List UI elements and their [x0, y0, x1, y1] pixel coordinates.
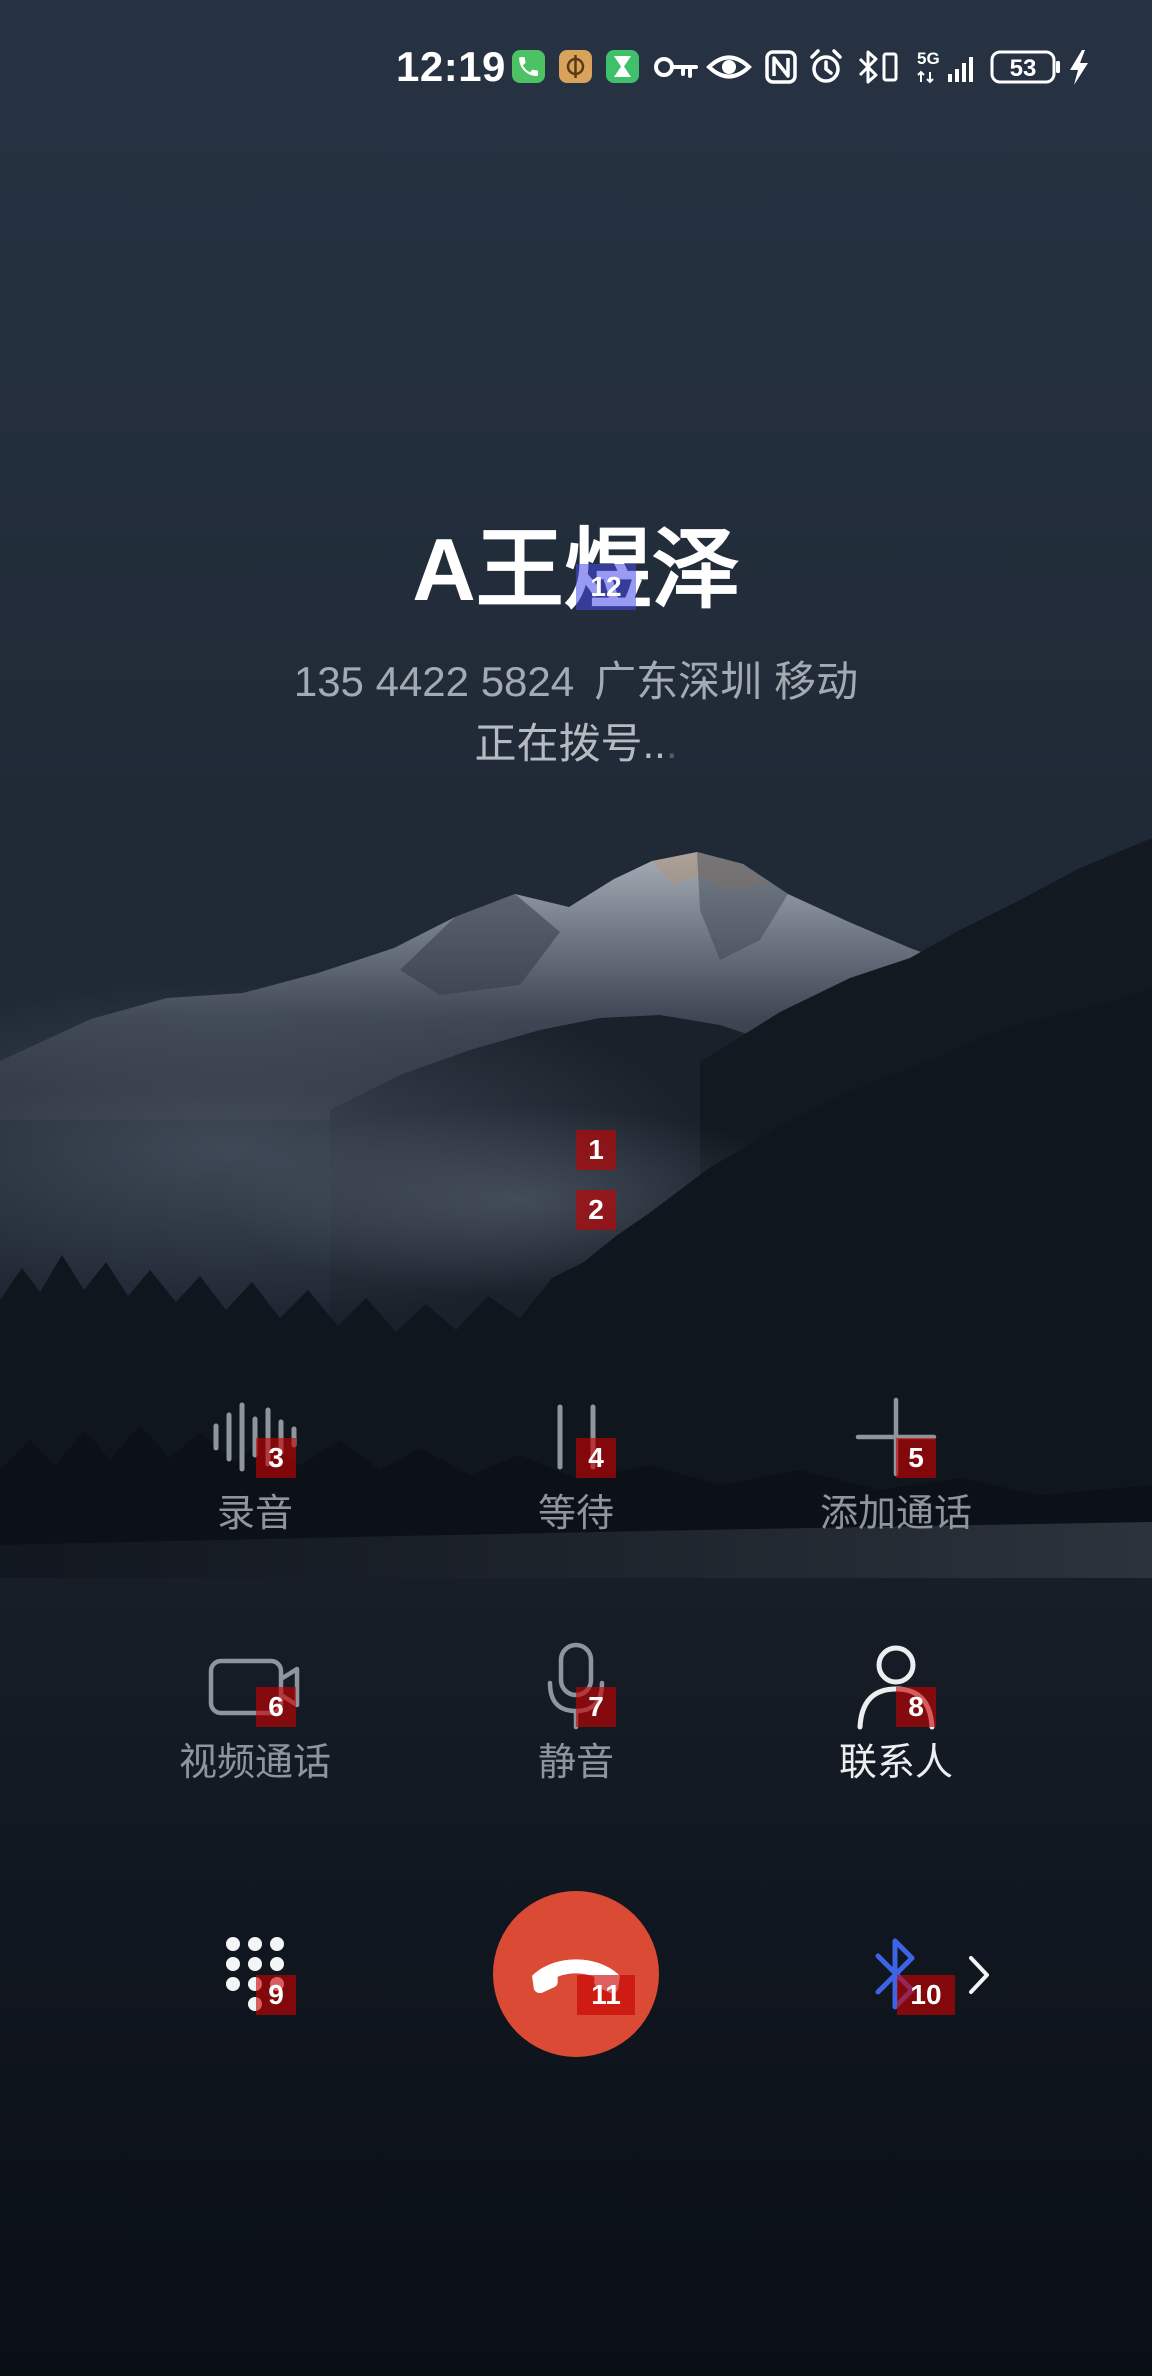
end-call-button[interactable]	[493, 1891, 659, 2057]
call-status-text: 正在拨号..	[474, 720, 666, 767]
annotation-mark: 3	[256, 1438, 296, 1478]
record-label: 录音	[216, 1493, 293, 1535]
annotation-mark: 5	[896, 1438, 936, 1478]
eye-icon	[706, 55, 752, 79]
add-call-label: 添加通话	[819, 1493, 972, 1535]
hourglass-icon	[606, 50, 639, 83]
caller-carrier: 移动	[774, 658, 859, 705]
annotation-mark: 11	[577, 1975, 635, 2015]
caller-location: 广东深圳	[594, 658, 763, 705]
annotation-mark: 9	[256, 1975, 296, 2015]
call-status: 正在拨号...	[0, 719, 1152, 769]
annotation-mark: 7	[576, 1687, 616, 1727]
record-button[interactable]: 录音	[105, 1392, 405, 1552]
annotation-mark: 2	[576, 1190, 616, 1230]
annotation-mark: 8	[896, 1687, 936, 1727]
annotation-mark: 1	[576, 1130, 616, 1170]
network-type: 5G	[917, 49, 940, 68]
annotation-mark: 6	[256, 1687, 296, 1727]
annotation-mark: 12	[576, 564, 636, 610]
annotation-mark: 4	[576, 1438, 616, 1478]
status-icons: 5G 53	[512, 49, 1088, 85]
call-status-fading-dot: .	[665, 720, 678, 767]
contacts-label: 联系人	[838, 1742, 953, 1784]
signal-icon: 5G	[917, 49, 973, 84]
battery-level: 53	[1010, 55, 1037, 82]
charging-icon	[1070, 50, 1088, 85]
phone-notification-icon	[512, 50, 545, 83]
app-notification-icon	[559, 50, 592, 83]
caller-number: 135 4422 5824	[293, 658, 575, 705]
chevron-right-icon	[969, 1956, 989, 1994]
key-icon	[654, 57, 698, 78]
bluetooth-vibrate-icon	[858, 50, 898, 84]
in-call-screen: 12:19 5G 53 135 4422 5824 广东深圳 移动 正在拨号..…	[0, 0, 1152, 2376]
status-bar: 12:19 5G 53	[0, 0, 1152, 130]
caller-details: 135 4422 5824 广东深圳 移动	[0, 657, 1152, 707]
video-call-button[interactable]: 视频通话	[105, 1641, 405, 1801]
nfc-icon	[765, 50, 797, 84]
video-camera-icon	[208, 1658, 300, 1716]
mute-label: 静音	[537, 1742, 614, 1784]
waveform-icon	[213, 1402, 297, 1472]
annotation-mark: 10	[897, 1975, 955, 2015]
hold-label: 等待	[537, 1493, 614, 1535]
battery-icon: 53	[990, 50, 1060, 84]
video-call-label: 视频通话	[178, 1742, 331, 1784]
alarm-icon	[810, 49, 842, 83]
